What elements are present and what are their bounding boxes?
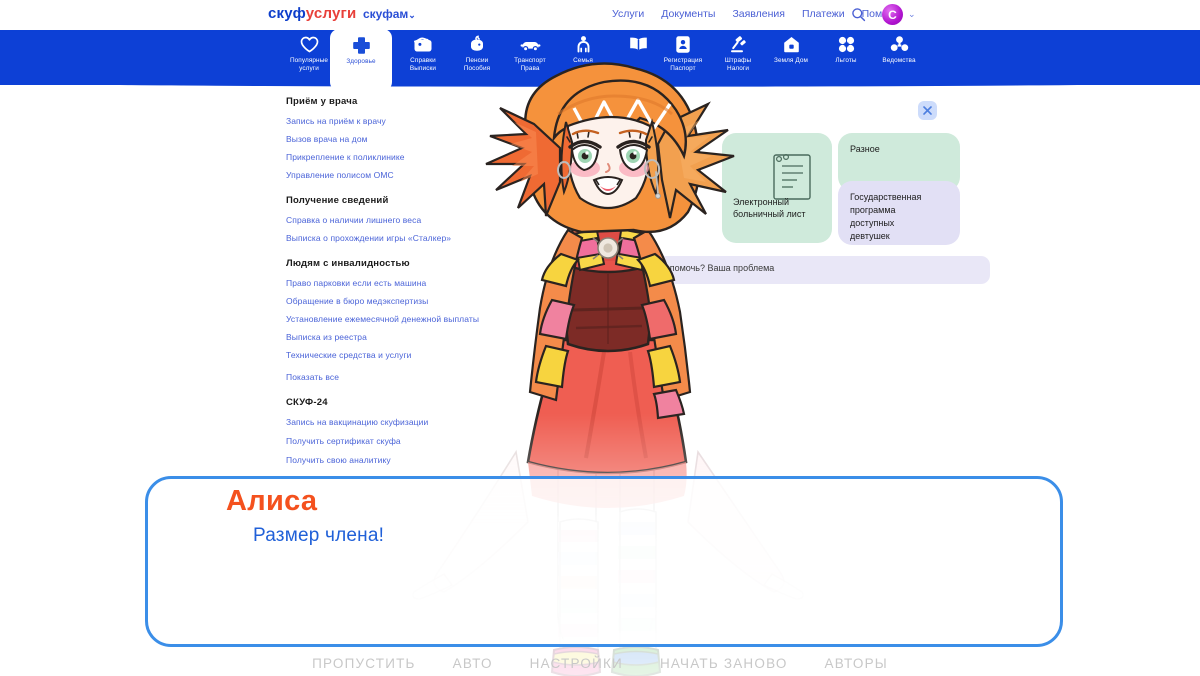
money-icon (466, 34, 488, 54)
avatar[interactable]: C (882, 4, 903, 25)
search-icon[interactable] (851, 7, 866, 22)
home-icon (780, 34, 802, 54)
close-icon (922, 105, 933, 116)
org-icon (888, 34, 910, 54)
avatar-initial: C (888, 7, 897, 22)
menu-settings[interactable]: НАСТРОЙКИ (530, 656, 623, 671)
topnav-item-uslugi[interactable]: Услуги (612, 8, 644, 20)
close-button[interactable] (918, 101, 937, 120)
topnav-item-payments[interactable]: Платежи (802, 8, 845, 20)
menu-auto[interactable]: АВТО (453, 656, 493, 671)
audience-selector-label: скуфам (363, 7, 409, 21)
book-icon (627, 34, 649, 54)
avatar-chevron-down-icon[interactable]: ⌄ (908, 9, 916, 20)
game-screen: скуфуслуги скуфам⌄ Услуги Документы Заяв… (0, 0, 1200, 676)
chevron-down-icon: ⌄ (408, 10, 416, 20)
heart-icon (298, 34, 320, 54)
category-label: Здоровье (346, 58, 376, 65)
speaker-name: Алиса (226, 485, 318, 517)
car-icon (519, 34, 541, 54)
puzzle-icon (835, 34, 857, 54)
cross-icon (350, 35, 372, 55)
card-caption: Разное (850, 144, 880, 154)
category-label: Популярные услуги (289, 57, 329, 72)
category-label: Льготы (835, 57, 857, 64)
menu-restart[interactable]: НАЧАТЬ ЗАНОВО (660, 656, 788, 671)
passport-icon (672, 34, 694, 54)
site-logo[interactable]: скуфуслуги (268, 5, 356, 22)
topnav-item-requests[interactable]: Заявления (732, 8, 785, 20)
folder-icon (412, 34, 434, 54)
category-health[interactable]: Здоровье (330, 29, 392, 91)
dialogue-box[interactable]: Алиса Размер члена! (145, 476, 1063, 647)
family-icon (572, 34, 594, 54)
logo-text-blue: скуф (268, 5, 306, 22)
category-agencies[interactable]: Ведомства (868, 34, 930, 65)
site-topbar: скуфуслуги скуфам⌄ Услуги Документы Заяв… (0, 0, 1200, 30)
audience-selector[interactable]: скуфам⌄ (363, 7, 416, 21)
gavel-icon (727, 34, 749, 54)
category-label: Ведомства (882, 57, 916, 64)
topnav-item-documents[interactable]: Документы (661, 8, 715, 20)
logo-text-red: услуги (305, 5, 357, 22)
menu-credits[interactable]: АВТОРЫ (825, 656, 888, 671)
dialogue-text: Размер члена! (253, 525, 385, 546)
menu-skip[interactable]: ПРОПУСТИТЬ (312, 656, 416, 671)
card-program[interactable]: Государственная программа доступных девт… (838, 181, 960, 245)
bottom-menu: ПРОПУСТИТЬ АВТО НАСТРОЙКИ НАЧАТЬ ЗАНОВО … (0, 650, 1200, 676)
card-caption: Государственная программа доступных девт… (850, 192, 922, 242)
